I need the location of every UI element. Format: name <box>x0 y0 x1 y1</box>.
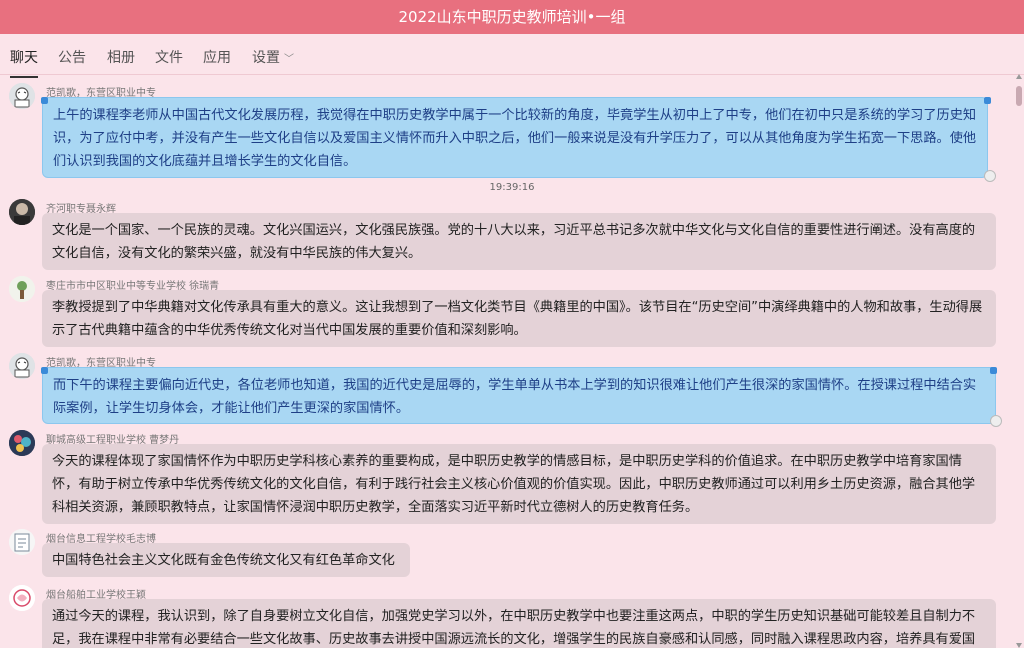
tab-chat[interactable]: 聊天 <box>10 47 38 78</box>
avatar[interactable] <box>9 199 35 225</box>
message-bubble[interactable]: 通过今天的课程，我认识到，除了自身要树立文化自信，加强党史学习以外，在中职历史教… <box>42 599 996 648</box>
scroll-thumb[interactable] <box>1016 86 1022 106</box>
chevron-down-icon: ﹀ <box>284 54 294 65</box>
pin-icon <box>990 367 997 374</box>
message-bubble[interactable]: 上午的课程李老师从中国古代文化发展历程，我觉得在中职历史教学中属于一个比较新的角… <box>42 97 988 178</box>
avatar[interactable] <box>9 353 35 379</box>
message-bubble[interactable]: 中国特色社会主义文化既有金色传统文化又有红色革命文化 <box>42 543 410 577</box>
pin-icon <box>984 97 991 104</box>
timestamp: 19:39:16 <box>489 182 535 193</box>
window-title: 2022山东中职历史教师培训•一组 <box>0 0 1024 34</box>
chat-area[interactable]: 范凯歌，东营区职业中专 上午的课程李老师从中国古代文化发展历程，我觉得在中职历史… <box>0 75 1024 648</box>
pin-icon <box>41 367 48 374</box>
avatar[interactable] <box>9 585 35 611</box>
message-bubble[interactable]: 李教授提到了中华典籍对文化传承具有重大的意义。这让我想到了一档文化类节目《典籍里… <box>42 290 996 347</box>
avatar[interactable] <box>9 529 35 555</box>
tab-settings-wrap[interactable]: 设置 ﹀ <box>252 47 294 67</box>
tab-files[interactable]: 文件 <box>155 47 183 67</box>
pin-icon <box>41 97 48 104</box>
reaction-icon <box>984 170 996 182</box>
tab-announcement[interactable]: 公告 <box>58 47 86 67</box>
tab-settings[interactable]: 设置 <box>252 50 280 66</box>
message-bubble[interactable]: 今天的课程体现了家国情怀作为中职历史学科核心素养的重要构成，是中职历史教学的情感… <box>42 444 996 524</box>
scroll-down-arrow-icon[interactable] <box>1016 643 1022 648</box>
message-bubble[interactable]: 而下午的课程主要偏向近代史，各位老师也知道，我国的近代史是屈辱的，学生单单从书本… <box>42 367 996 424</box>
avatar[interactable] <box>9 276 35 302</box>
tab-album[interactable]: 相册 <box>107 47 135 67</box>
message-bubble[interactable]: 文化是一个国家、一个民族的灵魂。文化兴国运兴，文化强民族强。党的十八大以来，习近… <box>42 213 996 270</box>
tab-bar: 聊天 公告 相册 文件 应用 设置 ﹀ <box>0 34 1024 78</box>
avatar[interactable] <box>9 83 35 109</box>
scroll-up-arrow-icon[interactable] <box>1016 74 1022 79</box>
avatar[interactable] <box>9 430 35 456</box>
tab-apps[interactable]: 应用 <box>203 47 231 67</box>
scrollbar[interactable] <box>1016 74 1022 648</box>
reaction-icon <box>990 415 1002 427</box>
